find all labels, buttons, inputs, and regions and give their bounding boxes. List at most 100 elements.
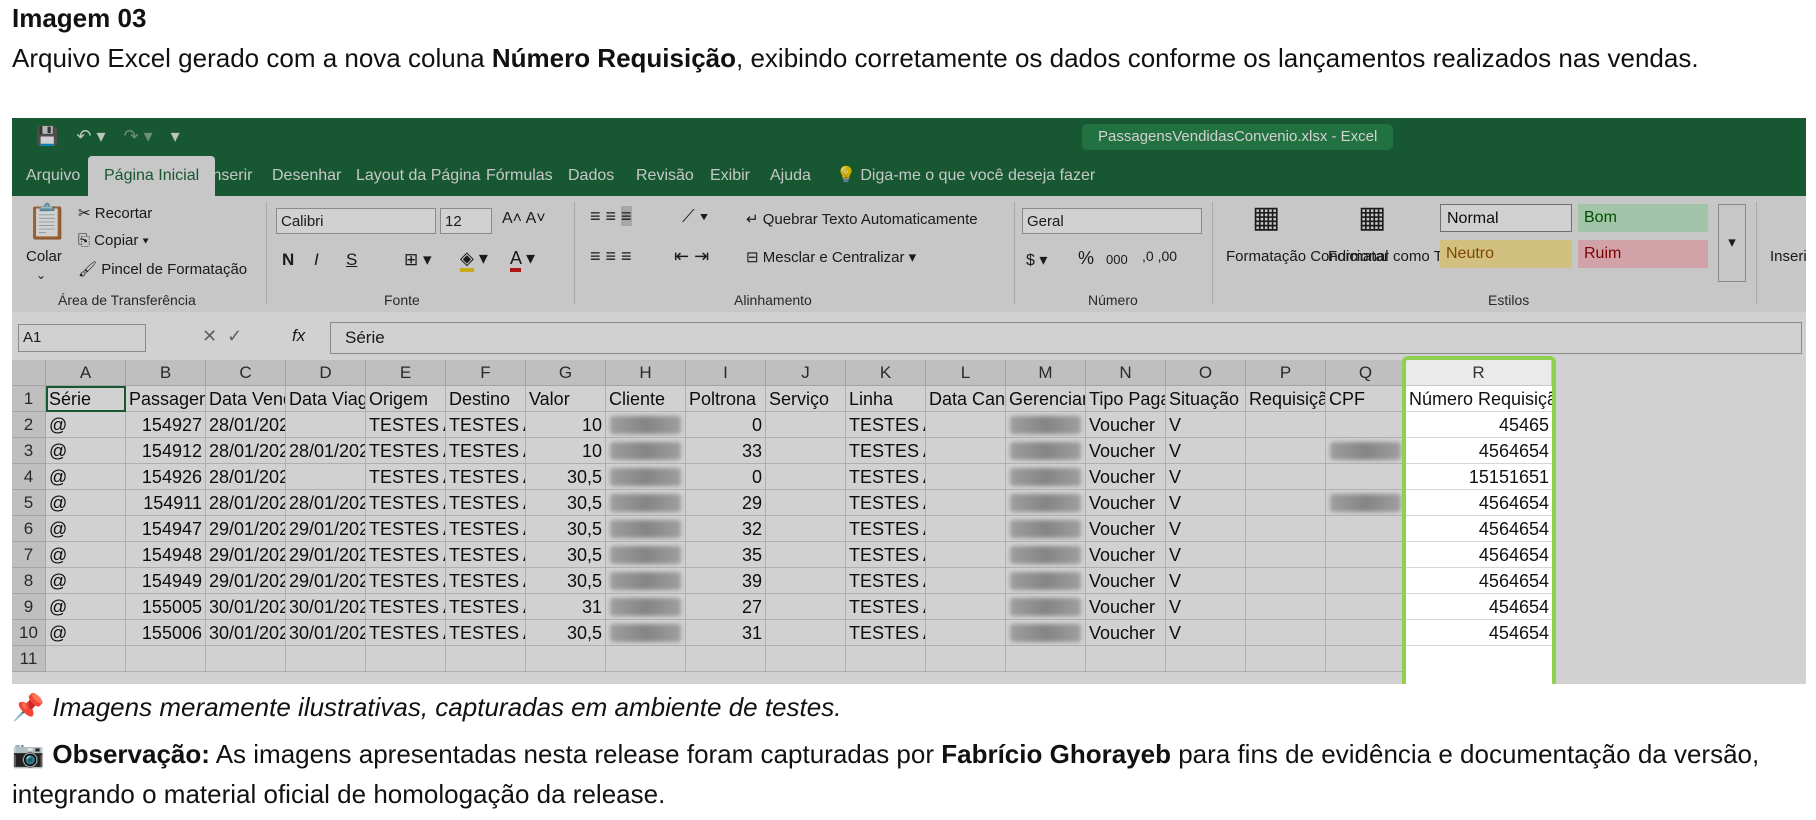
- table-cell[interactable]: TESTES AU: [366, 412, 446, 438]
- column-header-E[interactable]: E: [366, 360, 446, 386]
- header-cell[interactable]: Data Canc: [926, 386, 1006, 412]
- header-cell[interactable]: Cliente: [606, 386, 686, 412]
- column-header-P[interactable]: P: [1246, 360, 1326, 386]
- table-cell[interactable]: TESTES AU: [846, 568, 926, 594]
- tab-exibir[interactable]: Exibir: [710, 156, 750, 196]
- table-cell[interactable]: TESTES AU: [446, 490, 526, 516]
- column-header-K[interactable]: K: [846, 360, 926, 386]
- fill-color-icon[interactable]: ◈ ▾: [460, 248, 488, 272]
- tab-ajuda[interactable]: Ajuda: [770, 156, 811, 196]
- table-cell[interactable]: Voucher: [1086, 464, 1166, 490]
- table-cell[interactable]: TESTES AU: [846, 490, 926, 516]
- table-cell[interactable]: [1246, 568, 1326, 594]
- table-cell[interactable]: 39: [686, 568, 766, 594]
- table-cell[interactable]: 10: [526, 438, 606, 464]
- redo-icon[interactable]: ↷ ▾: [124, 126, 153, 147]
- number-format-select[interactable]: Geral: [1022, 208, 1202, 234]
- table-cell[interactable]: 10: [526, 412, 606, 438]
- table-cell[interactable]: [1326, 568, 1406, 594]
- table-cell[interactable]: [1246, 620, 1326, 646]
- table-cell[interactable]: 28/01/202: [206, 464, 286, 490]
- column-header-D[interactable]: D: [286, 360, 366, 386]
- table-cell[interactable]: 30,5: [526, 464, 606, 490]
- table-cell[interactable]: V: [1166, 464, 1246, 490]
- row-header-11[interactable]: 11: [12, 646, 46, 672]
- table-cell[interactable]: [1246, 464, 1326, 490]
- table-cell[interactable]: [446, 646, 526, 672]
- table-cell[interactable]: 30,5: [526, 620, 606, 646]
- table-cell[interactable]: [766, 516, 846, 542]
- table-cell[interactable]: [766, 438, 846, 464]
- table-cell[interactable]: [1006, 464, 1086, 490]
- table-cell[interactable]: 29/01/202: [206, 516, 286, 542]
- merge-center-button[interactable]: ⊟ Mesclar e Centralizar ▾: [746, 248, 916, 266]
- table-cell[interactable]: [1246, 490, 1326, 516]
- table-cell[interactable]: [1326, 490, 1406, 516]
- row-header-6[interactable]: 6: [12, 516, 46, 542]
- table-cell[interactable]: 154911: [126, 490, 206, 516]
- table-cell[interactable]: 29/01/202: [286, 568, 366, 594]
- table-cell[interactable]: TESTES AU: [446, 412, 526, 438]
- table-cell[interactable]: [1006, 438, 1086, 464]
- customize-icon[interactable]: ▾: [171, 126, 180, 147]
- table-cell[interactable]: @: [46, 620, 126, 646]
- column-header-L[interactable]: L: [926, 360, 1006, 386]
- column-header-H[interactable]: H: [606, 360, 686, 386]
- row-header-1[interactable]: 1: [12, 386, 46, 412]
- row-header-5[interactable]: 5: [12, 490, 46, 516]
- header-cell[interactable]: Origem: [366, 386, 446, 412]
- table-cell[interactable]: Voucher: [1086, 412, 1166, 438]
- table-cell[interactable]: 155005: [126, 594, 206, 620]
- table-cell[interactable]: TESTES AU: [446, 568, 526, 594]
- table-cell[interactable]: TESTES AU: [846, 464, 926, 490]
- table-cell[interactable]: [926, 412, 1006, 438]
- borders-icon[interactable]: ⊞ ▾: [404, 250, 432, 270]
- table-cell[interactable]: [1326, 646, 1406, 672]
- name-box[interactable]: A1: [18, 324, 146, 352]
- table-cell[interactable]: [526, 646, 606, 672]
- table-cell[interactable]: [926, 594, 1006, 620]
- table-cell[interactable]: [766, 568, 846, 594]
- table-cell[interactable]: [846, 646, 926, 672]
- header-cell[interactable]: Situação: [1166, 386, 1246, 412]
- cancel-confirm-icons[interactable]: ✕ ✓: [202, 326, 242, 347]
- tab-dados[interactable]: Dados: [568, 156, 614, 196]
- undo-icon[interactable]: ↶ ▾: [76, 126, 105, 147]
- table-cell[interactable]: [1006, 568, 1086, 594]
- paste-icon[interactable]: 📋: [26, 202, 68, 242]
- save-icon[interactable]: 💾: [36, 126, 58, 147]
- insert-cells-button[interactable]: Inseri: [1770, 248, 1806, 265]
- table-cell[interactable]: 33: [686, 438, 766, 464]
- column-header-F[interactable]: F: [446, 360, 526, 386]
- formula-input[interactable]: Série: [330, 322, 1802, 354]
- table-cell[interactable]: 30/01/202: [206, 594, 286, 620]
- table-cell[interactable]: 30,5: [526, 490, 606, 516]
- table-cell[interactable]: V: [1166, 516, 1246, 542]
- table-cell[interactable]: [926, 490, 1006, 516]
- table-cell[interactable]: V: [1166, 438, 1246, 464]
- table-cell[interactable]: 154912: [126, 438, 206, 464]
- table-cell[interactable]: TESTES AU: [446, 464, 526, 490]
- styles-more-button[interactable]: ▾: [1718, 204, 1746, 282]
- table-cell[interactable]: 29: [686, 490, 766, 516]
- table-cell[interactable]: [926, 620, 1006, 646]
- column-header-I[interactable]: I: [686, 360, 766, 386]
- table-cell[interactable]: TESTES AU: [366, 438, 446, 464]
- header-cell[interactable]: Tipo Pagar: [1086, 386, 1166, 412]
- table-cell[interactable]: [1246, 646, 1326, 672]
- table-cell[interactable]: 29/01/202: [286, 542, 366, 568]
- table-cell[interactable]: @: [46, 438, 126, 464]
- table-cell[interactable]: [926, 646, 1006, 672]
- row-header-3[interactable]: 3: [12, 438, 46, 464]
- table-cell[interactable]: TESTES AU: [446, 542, 526, 568]
- table-cell[interactable]: [926, 542, 1006, 568]
- tell-me-search[interactable]: 💡 Diga-me o que você deseja fazer: [836, 156, 1095, 196]
- table-cell[interactable]: [606, 620, 686, 646]
- percent-button[interactable]: %: [1078, 248, 1094, 269]
- table-cell[interactable]: [1006, 516, 1086, 542]
- table-cell[interactable]: [606, 594, 686, 620]
- table-cell[interactable]: [286, 646, 366, 672]
- style-ruim[interactable]: Ruim: [1578, 240, 1708, 268]
- table-cell[interactable]: [1326, 438, 1406, 464]
- tab-inserir[interactable]: Inserir: [208, 156, 252, 196]
